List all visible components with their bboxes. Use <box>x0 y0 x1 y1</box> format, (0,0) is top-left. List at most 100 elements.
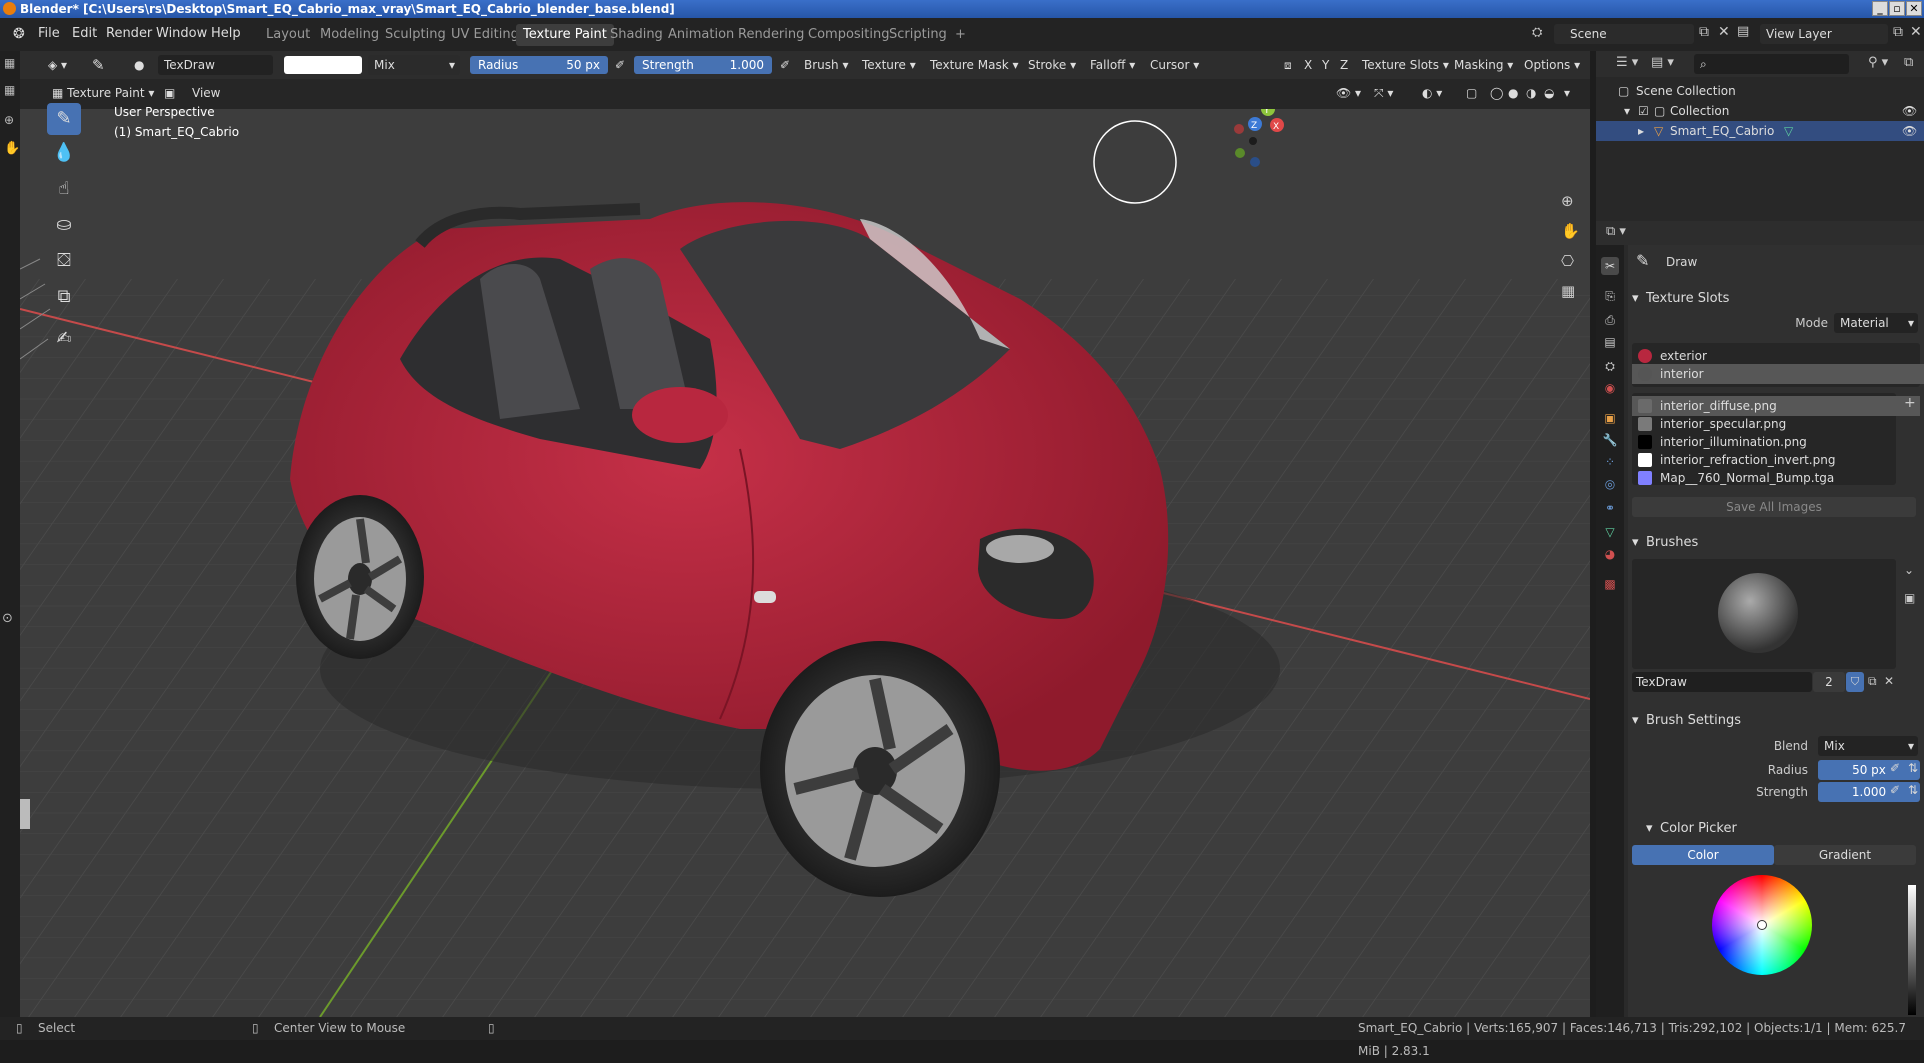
outliner-scene-collection[interactable]: ▢ Scene Collection <box>1596 81 1924 101</box>
new-view-layer-icon[interactable]: ⧉ <box>1893 24 1903 40</box>
collapse-arrow-icon[interactable]: ▾ <box>1632 531 1639 555</box>
filter-icon[interactable]: ⚲ ▾ <box>1868 55 1888 70</box>
material-tab-icon[interactable]: ◕ <box>1601 545 1619 563</box>
mesh-data-icon[interactable]: ▽ <box>1784 121 1793 141</box>
fill-tool-button[interactable]: ⛋ <box>47 245 81 277</box>
view-layer-selector[interactable]: View Layer <box>1760 24 1888 44</box>
tab-texture-paint[interactable]: Texture Paint <box>516 24 614 46</box>
masking-dropdown[interactable]: Masking ▾ <box>1450 55 1517 75</box>
visibility-icon[interactable]: 👁 ▾ <box>1332 83 1365 103</box>
add-workspace-button[interactable]: + <box>948 24 973 46</box>
image-slot-item[interactable]: interior_specular.png <box>1632 414 1920 434</box>
snap-grid-icon[interactable]: ▦ <box>4 83 15 97</box>
clone-tool-button[interactable]: ⛀ <box>47 209 81 241</box>
paint-mask-icon[interactable]: ▣ <box>160 83 179 103</box>
menu-view[interactable]: View <box>188 83 224 103</box>
new-collection-icon[interactable]: ⧉ <box>1904 55 1913 70</box>
brush-dropdown[interactable]: Brush ▾ <box>800 55 852 75</box>
tab-animation[interactable]: Animation <box>661 24 741 46</box>
brush-radius-slider[interactable]: 50 px <box>1818 760 1920 780</box>
rendered-shading-icon[interactable]: ◒ <box>1540 83 1558 103</box>
radius-pressure-icon[interactable]: ✐ <box>1890 761 1900 775</box>
brush-settings-panel-header[interactable]: ▾ Brush Settings <box>1628 709 1924 733</box>
menu-window[interactable]: Window <box>156 26 207 41</box>
expand-arrow-icon[interactable]: ▸ <box>1638 121 1644 141</box>
tab-layout[interactable]: Layout <box>259 24 317 46</box>
brush-name-input[interactable]: TexDraw <box>1632 672 1812 692</box>
stroke-dropdown[interactable]: Stroke ▾ <box>1024 55 1080 75</box>
object-visibility-icon[interactable]: 👁 <box>1902 121 1917 141</box>
pan-hand-icon[interactable]: ✋ <box>4 141 20 156</box>
tab-rendering[interactable]: Rendering <box>731 24 811 46</box>
brush-menu-icon[interactable]: ⌄ <box>1904 563 1914 577</box>
brush-image-icon[interactable]: ▣ <box>1904 591 1915 605</box>
strength-unit-icon[interactable]: ⇅ <box>1908 783 1918 797</box>
scene-tab-icon[interactable]: ⛭ <box>1601 357 1619 375</box>
gizmo-x-label[interactable]: X <box>1273 122 1279 132</box>
soften-tool-button[interactable]: 💧 <box>47 137 81 169</box>
tab-modeling[interactable]: Modeling <box>313 24 386 46</box>
display-mode-icon[interactable]: ▤ ▾ <box>1651 55 1674 70</box>
tool-tab-icon[interactable]: ✂ <box>1601 257 1619 275</box>
mesh-data-tab-icon[interactable]: ▽ <box>1601 523 1619 541</box>
tab-sculpting[interactable]: Sculpting <box>378 24 453 46</box>
image-slot-item[interactable]: interior_illumination.png <box>1632 432 1920 452</box>
maximize-button[interactable]: ▫ <box>1889 1 1905 16</box>
properties-editor-icon[interactable]: ⧉ ▾ <box>1606 224 1626 239</box>
draw-tool-button[interactable]: ✎ <box>47 103 81 135</box>
outliner-object[interactable]: ▸ ▽ Smart_EQ_Cabrio ▽ 👁 <box>1596 121 1924 141</box>
color-tab[interactable]: Color <box>1632 845 1774 865</box>
render-tab-icon[interactable]: ⎘ <box>1601 287 1619 305</box>
zoom-view-icon[interactable]: ⊕ <box>1561 192 1574 210</box>
camera-view-icon[interactable]: ⎔ <box>1561 252 1574 270</box>
strength-pressure-icon[interactable]: ✐ <box>1890 783 1900 797</box>
gizmo-y-label[interactable]: Y <box>1263 109 1270 116</box>
unlink-brush-icon[interactable]: ✕ <box>1884 674 1894 688</box>
mode-dropdown[interactable]: ▦ Texture Paint ▾ <box>48 83 158 103</box>
texture-mask-dropdown[interactable]: Texture Mask ▾ <box>926 55 1023 75</box>
auto-keying-icon[interactable]: ⊙ <box>2 611 13 626</box>
scene-selector[interactable]: Scene <box>1554 24 1694 44</box>
mirror-y-toggle[interactable]: Y <box>1318 55 1333 75</box>
gradient-tab[interactable]: Gradient <box>1774 845 1916 865</box>
outliner-editor-icon[interactable]: ☰ ▾ <box>1616 55 1638 70</box>
texture-mode-dropdown[interactable]: Material ▾ <box>1834 313 1918 333</box>
new-scene-icon[interactable]: ⧉ <box>1699 24 1709 40</box>
annotate-tool-button[interactable]: ✍ <box>47 323 81 355</box>
xray-toggle-icon[interactable]: ▢ <box>1462 83 1481 103</box>
pan-view-icon[interactable]: ✋ <box>1561 222 1580 240</box>
mask-tool-button[interactable]: ⧉ <box>47 281 81 313</box>
object-tab-icon[interactable]: ▣ <box>1601 409 1619 427</box>
texture-slots-panel-header[interactable]: ▾ Texture Slots <box>1628 287 1924 311</box>
paint-mode-dropdown[interactable]: ◈ ▾ <box>44 55 71 75</box>
scene-icon[interactable]: ⛭ <box>1532 25 1542 40</box>
collapse-arrow-icon[interactable]: ▾ <box>1646 817 1653 841</box>
zoom-tool-icon[interactable]: ⊕ <box>4 113 14 127</box>
view-layer-tab-icon[interactable]: ▤ <box>1601 333 1619 351</box>
brush-blend-dropdown[interactable]: Mix ▾ <box>1818 736 1918 756</box>
menu-edit[interactable]: Edit <box>72 26 97 41</box>
brushes-panel-header[interactable]: ▾ Brushes <box>1628 531 1924 555</box>
texture-tab-icon[interactable]: ▩ <box>1601 575 1619 593</box>
overlay-toggle-icon[interactable]: ◐ ▾ <box>1418 83 1446 103</box>
blender-menu-icon[interactable]: ❂ <box>13 26 25 42</box>
tab-scripting[interactable]: Scripting <box>882 24 954 46</box>
perspective-toggle-icon[interactable]: ▦ <box>1561 282 1575 300</box>
menu-file[interactable]: File <box>38 26 60 41</box>
3d-viewport[interactable]: Z Y X User Perspective (1) Smart_EQ_Cabr… <box>20 109 1590 1017</box>
color-picker-panel-header[interactable]: ▾ Color Picker <box>1628 817 1924 841</box>
menu-render[interactable]: Render <box>106 26 152 41</box>
tab-shading[interactable]: Shading <box>603 24 670 46</box>
gizmo-toggle-icon[interactable]: ⤧ ▾ <box>1370 83 1397 103</box>
close-button[interactable]: ✕ <box>1906 1 1922 16</box>
minimize-button[interactable]: _ <box>1872 1 1888 16</box>
output-tab-icon[interactable]: ⎙ <box>1601 311 1619 329</box>
brush-preview-box[interactable] <box>1632 559 1896 669</box>
collection-visibility-icon[interactable]: 👁 <box>1902 101 1917 121</box>
radius-slider[interactable]: Radius 50 px <box>470 56 608 74</box>
texture-slots-dropdown[interactable]: Texture Slots ▾ <box>1358 55 1453 75</box>
image-slot-item[interactable]: interior_refraction_invert.png <box>1632 450 1920 470</box>
fake-user-icon[interactable]: ⛉ <box>1846 672 1864 692</box>
shading-options-icon[interactable]: ▾ <box>1560 83 1574 103</box>
color-wheel[interactable] <box>1712 875 1812 975</box>
